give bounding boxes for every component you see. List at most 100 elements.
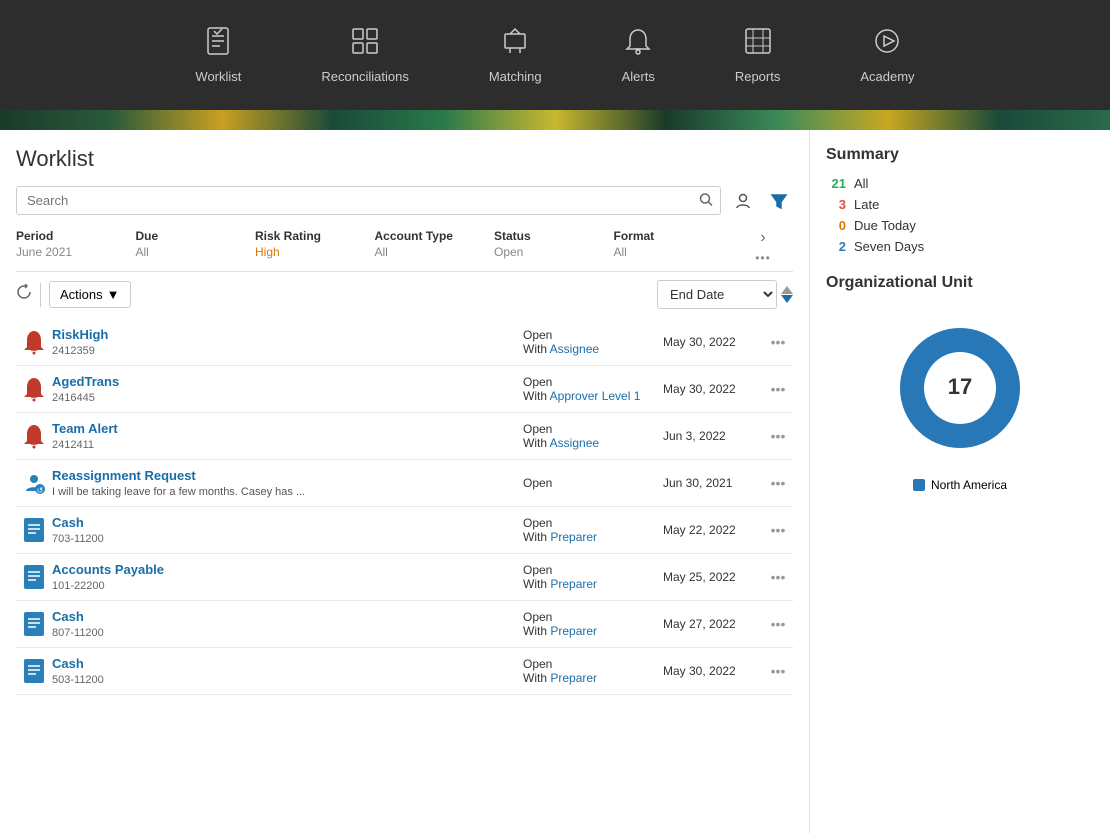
item-name[interactable]: Cash (52, 656, 523, 671)
item-assignee-with: With (523, 577, 550, 591)
summary-row[interactable]: 21 All (826, 176, 1094, 191)
item-status: OpenWith Preparer (523, 657, 663, 685)
item-info: Cash 503-11200 (52, 656, 523, 686)
summary-row[interactable]: 3 Late (826, 197, 1094, 212)
item-status-open: Open (523, 610, 663, 624)
summary-count: 0 (826, 218, 846, 233)
item-status-open: Open (523, 328, 663, 342)
item-name[interactable]: Cash (52, 609, 523, 624)
item-name[interactable]: RiskHigh (52, 327, 523, 342)
list-item[interactable]: Team Alert2412411 OpenWith Assignee Jun … (16, 413, 793, 460)
nav-matching[interactable]: Matching (449, 26, 582, 84)
item-info: Reassignment RequestI will be taking lea… (52, 468, 523, 498)
item-assignee-name: Preparer (550, 624, 597, 638)
filter-format-value: All (614, 245, 734, 259)
item-more-button[interactable]: ••• (763, 522, 793, 538)
item-date: Jun 3, 2022 (663, 429, 763, 443)
list-item[interactable]: Accounts Payable101-22200 OpenWith Prepa… (16, 554, 793, 601)
nav-worklist[interactable]: Worklist (155, 26, 281, 84)
summary-label: All (854, 176, 868, 191)
item-more-button[interactable]: ••• (763, 381, 793, 397)
item-more-button[interactable]: ••• (763, 569, 793, 585)
item-info: Cash703-11200 (52, 515, 523, 545)
filter-due[interactable]: Due All (136, 229, 256, 265)
nav-matching-label: Matching (489, 69, 542, 84)
item-status: OpenWith Approver Level 1 (523, 375, 663, 403)
item-date: May 25, 2022 (663, 570, 763, 584)
item-more-button[interactable]: ••• (763, 663, 793, 679)
item-status-open: Open (523, 657, 663, 671)
summary-row[interactable]: 2 Seven Days (826, 239, 1094, 254)
list-item[interactable]: ↺ Reassignment RequestI will be taking l… (16, 460, 793, 507)
filter-icon[interactable] (765, 187, 793, 215)
filter-next-button[interactable]: › (760, 229, 765, 247)
user-filter-icon[interactable] (729, 187, 757, 215)
reports-icon (743, 26, 773, 63)
worklist-items-container: RiskHigh2412359 OpenWith Assignee May 30… (16, 319, 793, 833)
item-info: RiskHigh 2412359 (52, 327, 523, 357)
item-assignee-name: Preparer (550, 671, 597, 685)
list-item[interactable]: AgedTrans 2416445 OpenWith Approver Level… (16, 366, 793, 413)
nav-alerts-label: Alerts (622, 69, 655, 84)
document-icon (16, 517, 52, 543)
filter-period-label: Period (16, 229, 136, 243)
item-more-button[interactable]: ••• (763, 475, 793, 491)
nav-reconciliations[interactable]: Reconciliations (281, 26, 448, 84)
item-id: 2416445 (52, 392, 95, 404)
list-item[interactable]: Cash807-11200 OpenWith Preparer May 27, … (16, 601, 793, 648)
nav-reports[interactable]: Reports (695, 26, 821, 84)
donut-chart-wrap: 17 North America (826, 308, 1094, 492)
item-assignee-name: Preparer (550, 530, 597, 544)
item-name[interactable]: Cash (52, 515, 523, 530)
search-bar (16, 186, 793, 215)
list-item[interactable]: Cash 503-11200 OpenWith Preparer May 30, … (16, 648, 793, 695)
filter-risk[interactable]: Risk Rating High (255, 229, 375, 265)
item-more-button[interactable]: ••• (763, 616, 793, 632)
item-id: 2412359 (52, 345, 95, 357)
actions-dropdown-arrow: ▼ (107, 287, 120, 302)
filter-period-value: June 2021 (16, 245, 136, 259)
nav-alerts[interactable]: Alerts (582, 26, 695, 84)
divider (40, 283, 41, 307)
filter-account-type[interactable]: Account Type All (375, 229, 495, 265)
item-more-button[interactable]: ••• (763, 428, 793, 444)
item-assignee-with: With (523, 530, 550, 544)
item-date: May 30, 2022 (663, 664, 763, 678)
left-panel: Worklist (0, 130, 810, 833)
document-icon (16, 611, 52, 637)
filter-more-button[interactable]: ••• (755, 251, 771, 265)
summary-title: Summary (826, 146, 1094, 164)
item-id: 2412411 (52, 439, 94, 451)
item-more-button[interactable]: ••• (763, 334, 793, 350)
sort-up-arrow[interactable] (781, 286, 793, 294)
item-id: 503-11200 (52, 674, 104, 686)
item-assignee-name: Preparer (550, 577, 597, 591)
sort-down-arrow[interactable] (781, 295, 793, 303)
item-name[interactable]: AgedTrans (52, 374, 523, 389)
item-assignee-with: With (523, 342, 550, 356)
item-status-open: Open (523, 375, 663, 389)
sort-select[interactable]: End Date (657, 280, 777, 309)
item-name[interactable]: Reassignment Request (52, 468, 523, 483)
item-id: 807-11200 (52, 627, 104, 639)
search-input[interactable] (16, 186, 721, 215)
item-assignee-name: Assignee (550, 342, 599, 356)
alert-icon (16, 329, 52, 355)
item-name[interactable]: Team Alert (52, 421, 523, 436)
nav-academy[interactable]: Academy (820, 26, 954, 84)
list-item[interactable]: Cash703-11200 OpenWith Preparer May 22, … (16, 507, 793, 554)
filter-period[interactable]: Period June 2021 (16, 229, 136, 265)
item-name[interactable]: Accounts Payable (52, 562, 523, 577)
filter-status[interactable]: Status Open (494, 229, 614, 265)
right-panel: Summary 21 All 3 Late 0 Due Today 2 Seve… (810, 130, 1110, 833)
donut-chart: 17 (880, 308, 1040, 468)
filter-format[interactable]: Format All (614, 229, 734, 265)
summary-row[interactable]: 0 Due Today (826, 218, 1094, 233)
item-status-open: Open (523, 516, 663, 530)
actions-button[interactable]: Actions ▼ (49, 281, 131, 308)
search-button[interactable] (699, 192, 713, 209)
item-status-open: Open (523, 563, 663, 577)
sort-arrows (781, 286, 793, 303)
list-item[interactable]: RiskHigh2412359 OpenWith Assignee May 30… (16, 319, 793, 366)
refresh-button[interactable] (16, 284, 32, 305)
